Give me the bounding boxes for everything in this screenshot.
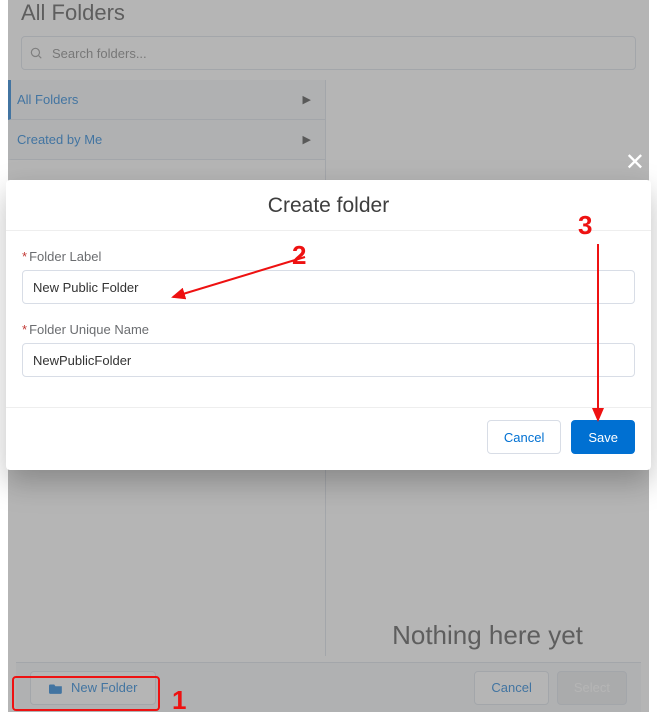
create-folder-modal: Create folder *Folder Label *Folder Uniq…	[6, 180, 651, 470]
search-input[interactable]	[21, 36, 636, 70]
close-icon[interactable]: ✕	[625, 148, 645, 177]
search-icon	[29, 46, 43, 60]
required-asterisk: *	[22, 249, 27, 264]
save-button[interactable]: Save	[571, 420, 635, 454]
footer-select-button: Select	[557, 671, 627, 705]
search-box	[21, 36, 636, 70]
folder-unique-name-input[interactable]	[22, 343, 635, 377]
new-folder-label: New Folder	[71, 680, 137, 695]
chevron-right-icon: ▶	[303, 93, 311, 106]
page-title: All Folders	[8, 0, 649, 36]
sidebar-item-created-by-me[interactable]: Created by Me ▶	[8, 120, 325, 160]
sidebar-item-label: Created by Me	[17, 132, 102, 147]
folder-label-input[interactable]	[22, 270, 635, 304]
required-asterisk: *	[22, 322, 27, 337]
footer-cancel-button[interactable]: Cancel	[474, 671, 548, 705]
cancel-button[interactable]: Cancel	[487, 420, 561, 454]
modal-title: Create folder	[6, 180, 651, 231]
new-folder-button[interactable]: New Folder	[30, 671, 156, 705]
chevron-right-icon: ▶	[303, 133, 311, 146]
folder-label-label: *Folder Label	[22, 249, 635, 264]
folder-icon	[49, 682, 63, 694]
sidebar-item-all-folders[interactable]: All Folders ▶	[8, 80, 325, 120]
empty-title: Nothing here yet	[326, 620, 649, 651]
sidebar-item-label: All Folders	[17, 92, 78, 107]
folder-unique-name-label: *Folder Unique Name	[22, 322, 635, 337]
footer-bar: New Folder Cancel Select	[16, 662, 641, 712]
